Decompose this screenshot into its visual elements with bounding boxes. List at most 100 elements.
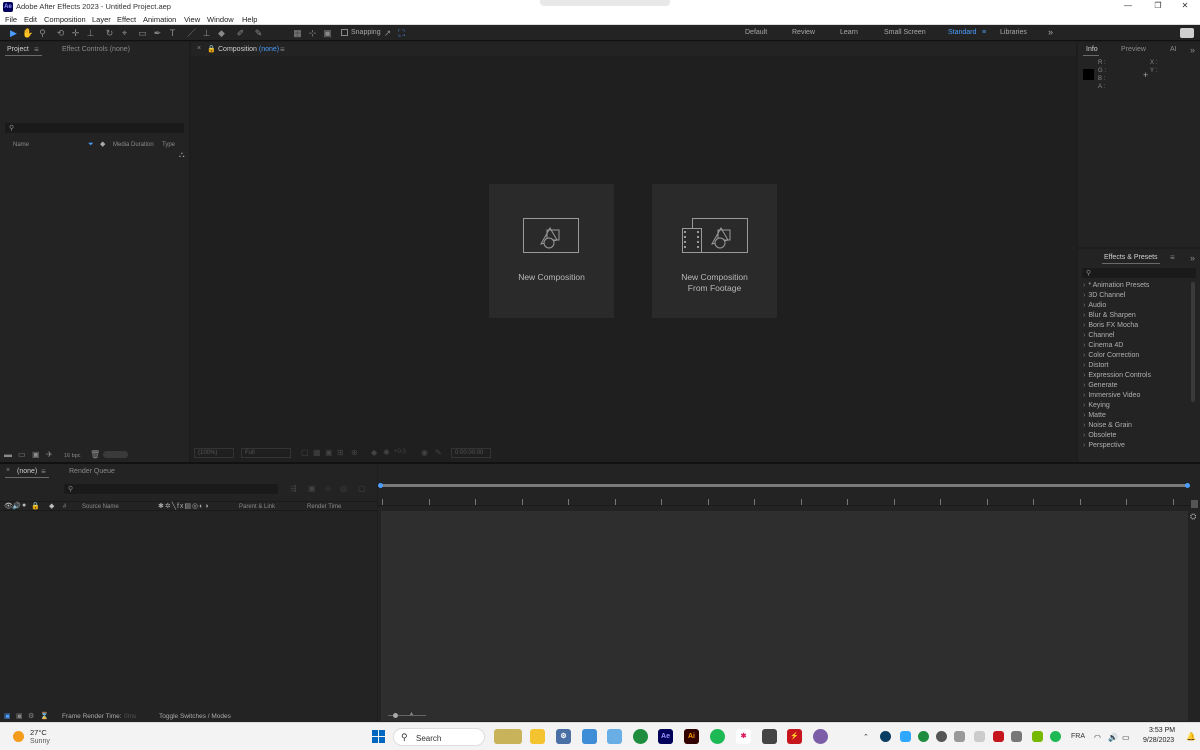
effects-category-item[interactable]: › Noise & Grain: [1083, 422, 1132, 429]
magnification-select[interactable]: (100%): [194, 448, 234, 458]
brush-tool-icon[interactable]: ／: [186, 28, 197, 38]
spotify-icon[interactable]: [710, 729, 725, 744]
snapping-checkbox[interactable]: [341, 29, 348, 36]
sort-arrow-icon[interactable]: ⏷: [88, 141, 94, 149]
tray-app-icon[interactable]: [936, 731, 947, 742]
anchor-tool-icon[interactable]: ⌖: [119, 28, 130, 38]
show-snapshot-icon[interactable]: ✎: [435, 448, 442, 457]
effects-category-item[interactable]: › Keying: [1083, 402, 1110, 409]
after-effects-taskbar-icon[interactable]: Ae: [658, 729, 673, 744]
column-parent-link[interactable]: Parent & Link: [239, 504, 275, 510]
tray-app-icon-4[interactable]: [1011, 731, 1022, 742]
workspace-overflow-icon[interactable]: »: [1048, 27, 1053, 37]
mask-visibility-icon[interactable]: ▣: [325, 448, 333, 457]
maximize-button[interactable]: ❐: [1143, 1, 1173, 10]
tab-project[interactable]: Project: [7, 46, 29, 53]
photos-app-icon[interactable]: [582, 729, 597, 744]
lock-icon[interactable]: 🔒: [207, 45, 216, 53]
tab-effect-controls[interactable]: Effect Controls (none): [62, 46, 130, 53]
axis-world-icon[interactable]: ⊹: [307, 28, 318, 38]
column-source-name[interactable]: Source Name: [82, 504, 119, 510]
column-name[interactable]: Name: [13, 142, 29, 148]
frame-blending-icon[interactable]: ◎: [340, 484, 347, 493]
menu-file[interactable]: File: [5, 15, 17, 24]
new-folder-icon[interactable]: ▭: [18, 450, 26, 459]
orbit-camera-icon[interactable]: ⟲: [55, 28, 66, 38]
type-tool-icon[interactable]: T: [167, 28, 178, 38]
tray-sync-icon[interactable]: [880, 731, 891, 742]
effects-category-item[interactable]: › Cinema 4D: [1083, 342, 1123, 349]
selection-tool-icon[interactable]: ▶: [8, 28, 19, 38]
settings-app-icon[interactable]: ⚙: [556, 729, 571, 744]
illustrator-taskbar-icon[interactable]: Ai: [684, 729, 699, 744]
tray-creative-cloud-icon[interactable]: [900, 731, 911, 742]
new-composition-card[interactable]: New Composition: [489, 184, 614, 318]
close-tab-icon[interactable]: ×: [6, 467, 10, 474]
effects-category-item[interactable]: › Color Correction: [1083, 352, 1139, 359]
dolly-camera-icon[interactable]: ⊥: [85, 28, 96, 38]
audio-switch-icon[interactable]: 🔊: [12, 502, 21, 510]
clock-date[interactable]: 9/28/2023: [1143, 737, 1174, 744]
layer-track-area[interactable]: [381, 511, 1188, 721]
pan-camera-icon[interactable]: ✛: [70, 28, 81, 38]
clock-time[interactable]: 3:53 PM: [1149, 727, 1175, 734]
channel-icon[interactable]: ⊕: [351, 448, 358, 457]
timeline-panel-menu-icon[interactable]: ≡: [41, 467, 46, 476]
effects-category-item[interactable]: › Audio: [1083, 302, 1106, 309]
comp-button-icon[interactable]: ⛭: [1190, 512, 1196, 522]
axis-view-icon[interactable]: ▣: [322, 28, 333, 38]
close-tab-icon[interactable]: ×: [197, 45, 201, 52]
menu-composition[interactable]: Composition: [44, 15, 86, 24]
clone-stamp-tool-icon[interactable]: ⊥: [201, 28, 212, 38]
transparency-grid-icon[interactable]: ▦: [313, 448, 321, 457]
thumbnail-slider[interactable]: [103, 451, 128, 458]
effects-category-item[interactable]: › Distort: [1083, 362, 1109, 369]
tray-chrome-icon[interactable]: [918, 731, 929, 742]
effects-category-item[interactable]: › Perspective: [1083, 442, 1125, 449]
work-area-start-handle[interactable]: [378, 483, 383, 488]
tray-nvidia-icon[interactable]: [1032, 731, 1043, 742]
effects-scrollbar[interactable]: [1191, 282, 1195, 402]
comp-mini-flowchart-icon[interactable]: ⇶: [290, 484, 297, 493]
workspace-default[interactable]: Default: [745, 29, 767, 36]
tray-mcafee-icon[interactable]: [993, 731, 1004, 742]
label-tag-icon[interactable]: ◆: [49, 502, 54, 510]
effects-category-item[interactable]: › Immersive Video: [1083, 392, 1140, 399]
effects-search-input[interactable]: ⚲: [1082, 268, 1196, 278]
acrobat-icon[interactable]: ⚡: [787, 729, 802, 744]
weather-temperature[interactable]: 27°C: [30, 728, 47, 737]
timeline-scroll-handle[interactable]: [1191, 500, 1198, 508]
time-ruler[interactable]: [378, 496, 1190, 506]
effects-category-item[interactable]: › Boris FX Mocha: [1083, 322, 1138, 329]
column-number[interactable]: #: [63, 504, 66, 510]
tab-composition[interactable]: Composition (none): [218, 46, 279, 53]
lock-switch-icon[interactable]: 🔒: [31, 502, 40, 510]
work-area-bar[interactable]: [380, 484, 1188, 487]
color-management-icon[interactable]: ◆: [371, 448, 377, 457]
effects-category-item[interactable]: › Blur & Sharpen: [1083, 312, 1136, 319]
tab-preview[interactable]: Preview: [1121, 46, 1146, 53]
shy-layers-icon[interactable]: ☺: [324, 484, 332, 493]
column-render-time[interactable]: Render Time: [307, 504, 341, 510]
render-time-toggle-icon[interactable]: ⌛: [40, 712, 49, 720]
effects-category-item[interactable]: › Expression Controls: [1083, 372, 1151, 379]
volume-icon[interactable]: 🔊: [1108, 733, 1118, 742]
tray-spotify-icon[interactable]: [1050, 731, 1061, 742]
menu-animation[interactable]: Animation: [143, 15, 176, 24]
exposure-icon[interactable]: ✺: [383, 448, 390, 457]
zoom-slider-knob[interactable]: [393, 713, 398, 718]
panel-overflow-icon[interactable]: »: [1190, 253, 1195, 263]
project-panel-menu-icon[interactable]: ≡: [34, 45, 39, 54]
solo-switch-icon[interactable]: ●: [22, 502, 26, 509]
effects-category-item[interactable]: › Generate: [1083, 382, 1118, 389]
tray-app-icon-3[interactable]: [974, 731, 985, 742]
snap-target-icon[interactable]: ⛶: [396, 28, 407, 38]
column-media-duration[interactable]: Media Duration: [113, 142, 154, 148]
menu-help[interactable]: Help: [242, 15, 257, 24]
layer-switches-icons[interactable]: ✱✲╲fx▤◎◐◑: [158, 502, 210, 510]
menu-edit[interactable]: Edit: [24, 15, 37, 24]
wifi-icon[interactable]: ◠: [1094, 733, 1101, 742]
menu-layer[interactable]: Layer: [92, 15, 111, 24]
show-hidden-icons-icon[interactable]: ⌃: [863, 733, 869, 741]
axis-local-icon[interactable]: ▦: [292, 28, 303, 38]
